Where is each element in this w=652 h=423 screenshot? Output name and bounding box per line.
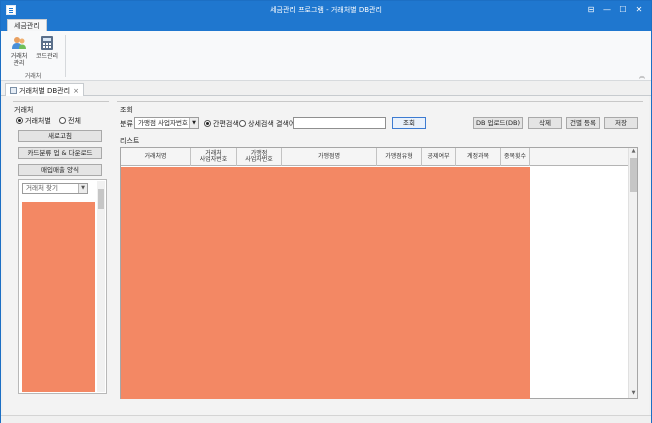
- db-upload-button[interactable]: DB 업로드(DB): [473, 117, 523, 129]
- column-header[interactable]: 거래처 사업자번호: [191, 148, 237, 166]
- category-label: 분류: [120, 120, 133, 128]
- save-button[interactable]: 저장: [604, 117, 638, 129]
- column-header[interactable]: 가맹점유형: [377, 148, 422, 166]
- doc-tab-label: 거래처별 DB관리: [19, 87, 71, 95]
- title-bar: 세금관리 프로그램 - 거래처별 DB관리 ⊟ — ☐ ✕: [1, 1, 651, 19]
- window-title: 세금관리 프로그램 - 거래처별 DB관리: [270, 6, 382, 14]
- client-search-combo-value: 거래처 찾기: [26, 184, 58, 192]
- column-header[interactable]: 가맹점 사업자번호: [237, 148, 282, 166]
- client-manage-button[interactable]: 거래처 관리: [6, 35, 32, 67]
- pin-window-button[interactable]: ⊟: [583, 3, 599, 17]
- category-select[interactable]: 가맹점 사업자번호 ▼: [134, 117, 199, 129]
- tab-close-icon[interactable]: ×: [73, 87, 79, 95]
- client-list-content[interactable]: [22, 202, 95, 392]
- scroll-down-icon[interactable]: ▼: [629, 390, 638, 398]
- chevron-down-icon[interactable]: ▼: [78, 184, 87, 193]
- radio-detail-search[interactable]: 상세검색 결색어: [239, 119, 295, 129]
- ribbon-separator: [65, 35, 66, 77]
- list-title: 리스트: [120, 137, 140, 145]
- data-grid: 거래처명 거래처 사업자번호 가맹점 사업자번호 가맹점명 가맹점유형 공제여부…: [120, 147, 638, 399]
- maximize-button[interactable]: ☐: [615, 3, 631, 17]
- grid-body[interactable]: [121, 167, 530, 399]
- radio-dot: [239, 120, 246, 127]
- doc-tab-client-db[interactable]: 거래처별 DB관리 ×: [5, 83, 84, 96]
- client-list-scrollbar[interactable]: [97, 181, 105, 392]
- grid-header: 거래처명 거래처 사업자번호 가맹점 사업자번호 가맹점명 가맹점유형 공제여부…: [121, 148, 629, 166]
- radio-dot: [204, 120, 211, 127]
- column-header[interactable]: 가맹점명: [282, 148, 377, 166]
- document-tab-strip: 거래처별 DB관리 ×: [1, 82, 651, 96]
- code-manage-button[interactable]: 코드관리: [34, 35, 60, 60]
- radio-all[interactable]: 전체: [59, 117, 81, 125]
- column-header[interactable]: 중복횟수: [501, 148, 530, 166]
- code-manage-label: 코드관리: [35, 53, 59, 60]
- content-area: 거래처 거래처별 전체 새로고침 카드분류 업 & 다운로드 매입매출 양식 거…: [3, 96, 649, 416]
- search-input[interactable]: [293, 117, 386, 129]
- document-icon: [10, 87, 17, 94]
- people-icon: [12, 37, 26, 49]
- radio-all-label: 전체: [68, 117, 81, 125]
- delete-button[interactable]: 삭제: [528, 117, 562, 129]
- radio-dot: [59, 117, 66, 124]
- status-bar: [1, 415, 651, 423]
- client-panel-title: 거래처: [14, 106, 34, 114]
- search-button[interactable]: 조회: [392, 117, 426, 129]
- radio-by-client-label: 거래처별: [25, 117, 51, 125]
- column-header[interactable]: 계정과목: [456, 148, 501, 166]
- refresh-button[interactable]: 새로고침: [18, 130, 102, 142]
- chevron-down-icon[interactable]: ▼: [189, 118, 198, 128]
- radio-dot: [16, 117, 23, 124]
- client-filter-radios: 거래처별 전체: [16, 116, 87, 126]
- close-button[interactable]: ✕: [631, 3, 647, 17]
- client-search-combo[interactable]: 거래처 찾기 ▼: [22, 183, 88, 194]
- scroll-thumb[interactable]: [630, 158, 637, 192]
- search-row: 분류 가맹점 사업자번호 ▼ 간편검색 상세검색 결색어 조회 DB 업로드(D…: [120, 117, 640, 130]
- radio-by-client[interactable]: 거래처별: [16, 117, 51, 125]
- add-entry-button[interactable]: 건별 등록: [566, 117, 600, 129]
- category-select-value: 가맹점 사업자번호: [138, 119, 188, 127]
- radio-simple-search[interactable]: 간편검색: [204, 119, 239, 129]
- main-window: 세금관리 프로그램 - 거래처별 DB관리 ⊟ — ☐ ✕ 세금관리 거래처 관…: [0, 0, 652, 423]
- collapse-ribbon-icon[interactable]: ︽: [639, 71, 645, 80]
- minimize-button[interactable]: —: [599, 3, 615, 17]
- scroll-thumb[interactable]: [98, 189, 104, 209]
- search-panel: 조회 분류 가맹점 사업자번호 ▼ 간편검색 상세검색 결색어 조회 DB 업로…: [117, 101, 643, 406]
- sales-purchase-form-button[interactable]: 매입매출 양식: [18, 164, 102, 176]
- scroll-up-icon[interactable]: ▲: [629, 148, 638, 156]
- grid-vertical-scrollbar[interactable]: ▲ ▼: [628, 148, 637, 398]
- search-panel-title: 조회: [120, 106, 133, 114]
- ribbon-group-label: 거래처: [24, 73, 42, 80]
- calculator-icon: [41, 36, 53, 50]
- ribbon-tab-strip: 세금관리: [1, 19, 651, 32]
- card-category-updown-button[interactable]: 카드분류 업 & 다운로드: [18, 147, 102, 159]
- column-header[interactable]: 거래처명: [121, 148, 191, 166]
- client-manage-label: 거래처 관리: [10, 53, 28, 67]
- client-panel: 거래처 거래처별 전체 새로고침 카드분류 업 & 다운로드 매입매출 양식 거…: [13, 101, 109, 406]
- column-header[interactable]: 공제여부: [422, 148, 456, 166]
- radio-detail-label: 상세검색 결색어: [248, 120, 296, 128]
- ribbon: 거래처 관리 코드관리 거래처 ︽: [1, 31, 651, 81]
- client-list-box: 거래처 찾기 ▼: [18, 179, 107, 394]
- radio-simple-label: 간편검색: [213, 120, 239, 128]
